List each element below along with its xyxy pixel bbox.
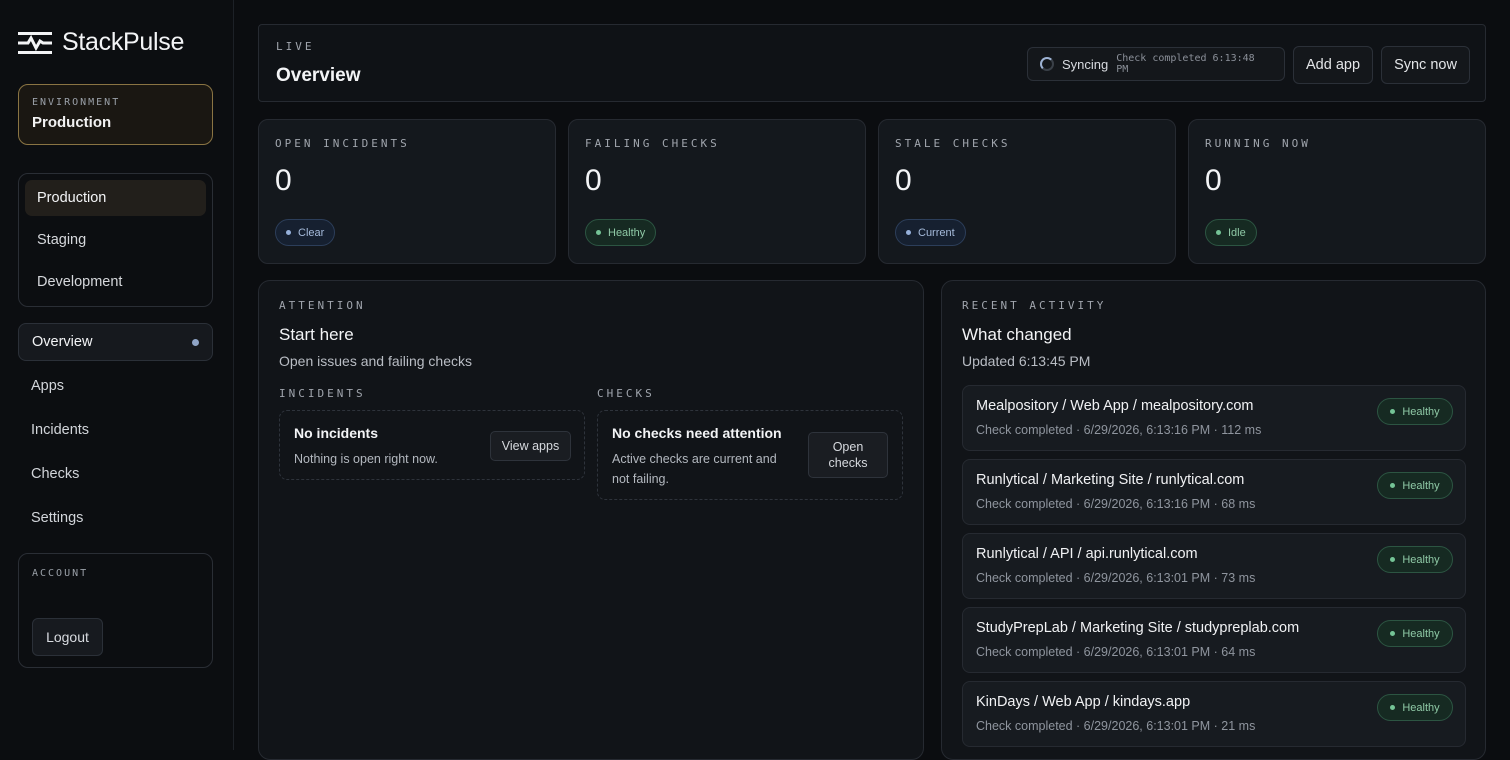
status-dot-icon [1390,631,1396,636]
status-badge: Healthy [1377,546,1453,573]
status-badge: Healthy [1377,398,1453,425]
status-badge: Current [895,219,966,246]
environment-value: Production [32,114,112,131]
stat-label: OPEN INCIDENTS [275,137,410,150]
stat-label: RUNNING NOW [1205,137,1311,150]
open-checks-button[interactable]: Open checks [808,432,888,478]
status-dot-icon [1390,557,1396,562]
badge-label: Healthy [1402,405,1440,418]
account-label: ACCOUNT [32,568,89,579]
add-app-button[interactable]: Add app [1293,46,1373,84]
nav-item-apps[interactable]: Apps [18,367,213,405]
badge-label: Healthy [1402,627,1440,640]
badge-label: Healthy [1402,553,1440,566]
status-dot-icon [1390,409,1396,414]
incidents-label: INCIDENTS [279,387,366,400]
stat-value: 0 [1205,164,1222,197]
pulse-logo-icon [18,31,52,54]
sync-label: Syncing [1061,56,1109,72]
status-dot-icon [1390,705,1396,710]
activity-meta: Check completed · 6/29/2026, 6:13:01 PM … [976,571,1256,585]
page-header: LIVE Overview Syncing Check completed 6:… [258,24,1486,102]
nav-item-label: Overview [32,334,93,350]
main-nav: Overview Apps Incidents Checks Settings [18,323,213,543]
stat-card-open-incidents: OPEN INCIDENTS 0 Clear [258,119,556,264]
panel-title: What changed [962,325,1072,344]
status-dot-icon [596,230,601,235]
status-dot-icon [1216,230,1221,235]
stat-card-failing-checks: FAILING CHECKS 0 Healthy [568,119,866,264]
checks-desc: Active checks are current and not failin… [612,452,777,486]
activity-meta: Check completed · 6/29/2026, 6:13:16 PM … [976,497,1256,511]
sidebar: StackPulse ENVIRONMENT Production Produc… [0,0,234,750]
badge-label: Current [918,226,955,239]
activity-item[interactable]: Mealpository / Web App / mealpository.co… [962,385,1466,451]
activity-meta: Check completed · 6/29/2026, 6:13:01 PM … [976,719,1256,733]
status-badge: Clear [275,219,336,246]
badge-label: Healthy [1402,701,1440,714]
sync-detail: Check completed 6:13:48 PM [1116,53,1255,75]
nav-item-overview[interactable]: Overview [18,323,213,361]
active-dot-icon [192,338,199,346]
activity-item[interactable]: Runlytical / API / api.runlytical.com Ch… [962,533,1466,599]
badge-label: Healthy [1402,479,1440,492]
panel-kicker: ATTENTION [279,299,366,312]
env-option-development[interactable]: Development [25,264,206,300]
updated-time: Updated 6:13:45 PM [962,353,1091,369]
checks-label: CHECKS [597,387,655,400]
brand[interactable]: StackPulse [18,28,184,57]
environment-selector[interactable]: ENVIRONMENT Production [18,84,213,145]
badge-label: Healthy [608,226,646,239]
stat-value: 0 [275,164,292,197]
nav-item-checks[interactable]: Checks [18,455,213,493]
activity-item[interactable]: Runlytical / Marketing Site / runlytical… [962,459,1466,525]
status-badge: Healthy [585,219,657,246]
panel-subtitle: Open issues and failing checks [279,353,472,369]
status-dot-icon [906,230,911,235]
stat-card-stale-checks: STALE CHECKS 0 Current [878,119,1176,264]
stat-card-running-now: RUNNING NOW 0 Idle [1188,119,1486,264]
env-option-production[interactable]: Production [25,180,206,216]
status-badge: Healthy [1377,620,1453,647]
activity-meta: Check completed · 6/29/2026, 6:13:16 PM … [976,423,1262,437]
status-dot-icon [1390,483,1396,488]
panel-title: Start here [279,325,354,344]
brand-name: StackPulse [62,28,185,56]
incidents-box: No incidents Nothing is open right now. … [279,410,585,480]
nav-item-label: Checks [31,466,80,482]
attention-panel: ATTENTION Start here Open issues and fai… [258,280,924,760]
sync-status: Syncing Check completed 6:13:48 PM [1027,47,1285,81]
activity-item[interactable]: StudyPrepLab / Marketing Site / studypre… [962,607,1466,673]
env-option-staging[interactable]: Staging [25,222,206,258]
status-badge: Idle [1205,219,1257,246]
stat-value: 0 [585,164,602,197]
badge-label: Idle [1228,226,1246,239]
nav-item-label: Settings [31,510,84,526]
status-dot-icon [286,230,291,235]
status-badge: Healthy [1377,694,1453,721]
nav-item-settings[interactable]: Settings [18,499,213,537]
header-kicker: LIVE [276,40,315,53]
view-apps-button[interactable]: View apps [490,431,571,461]
badge-label: Clear [298,226,325,239]
stat-label: STALE CHECKS [895,137,1011,150]
nav-item-incidents[interactable]: Incidents [18,411,213,449]
environment-label: ENVIRONMENT [32,97,121,108]
environment-list: Production Staging Development [18,173,213,307]
sync-now-button[interactable]: Sync now [1381,46,1470,84]
account-card: ACCOUNT Logout [18,553,213,668]
checks-box: No checks need attention Active checks a… [597,410,903,500]
stat-label: FAILING CHECKS [585,137,720,150]
page-title: Overview [276,65,361,86]
recent-activity-panel: RECENT ACTIVITY What changed Updated 6:1… [941,280,1486,760]
logout-button[interactable]: Logout [32,618,103,656]
nav-item-label: Apps [31,378,65,394]
stat-value: 0 [895,164,912,197]
activity-item[interactable]: KinDays / Web App / kindays.app Check co… [962,681,1466,747]
status-badge: Healthy [1377,472,1453,499]
nav-item-label: Incidents [31,422,90,438]
activity-meta: Check completed · 6/29/2026, 6:13:01 PM … [976,645,1256,659]
panel-kicker: RECENT ACTIVITY [962,299,1107,312]
spinner-icon [1040,57,1054,71]
